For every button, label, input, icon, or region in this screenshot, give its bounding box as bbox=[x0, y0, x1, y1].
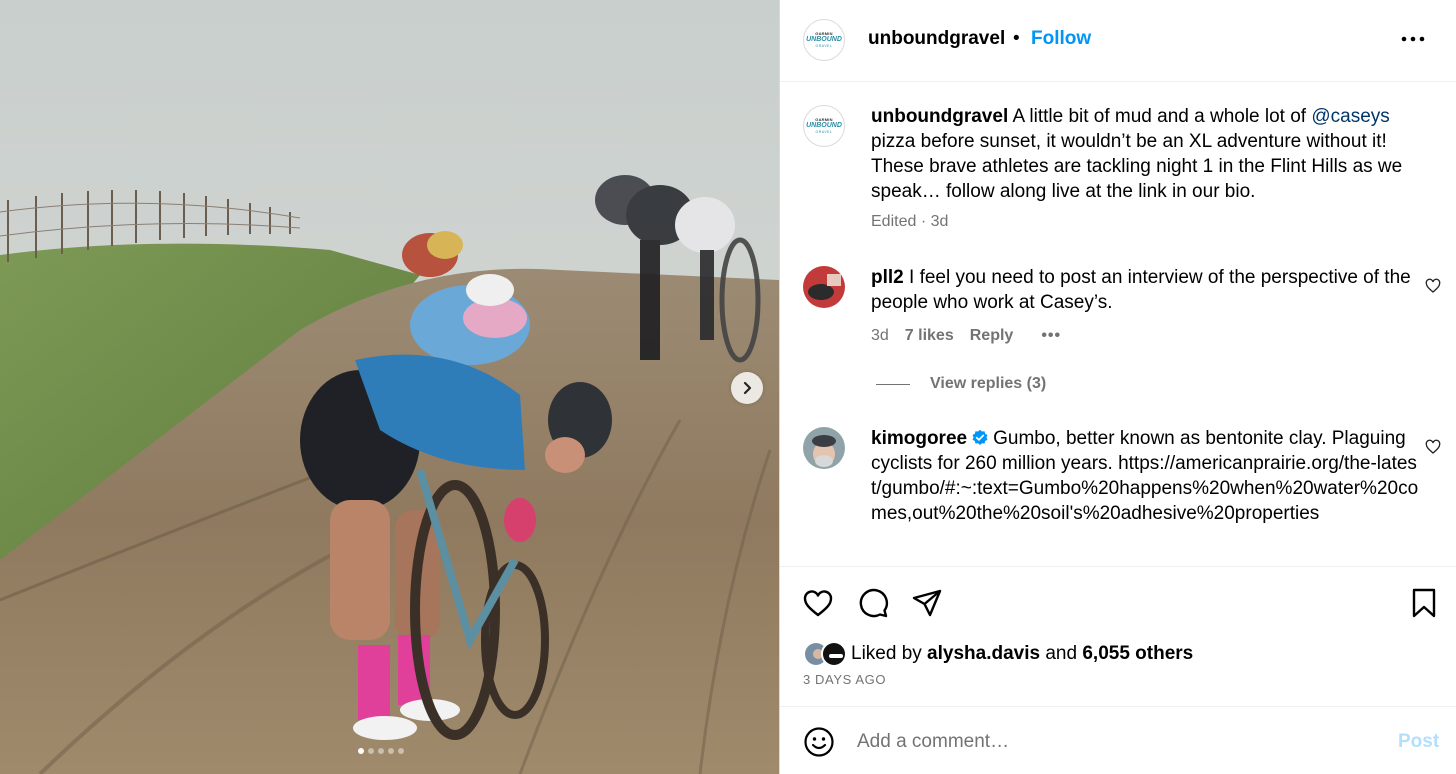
comment-more-button[interactable]: ••• bbox=[1041, 327, 1061, 345]
emoji-icon[interactable] bbox=[803, 726, 835, 758]
chevron-right-icon bbox=[743, 381, 752, 395]
caption-text: unboundgravel A little bit of mud and a … bbox=[871, 104, 1419, 204]
header-separator: • bbox=[1013, 28, 1020, 49]
share-send-icon[interactable] bbox=[911, 587, 943, 619]
post-photo[interactable] bbox=[0, 0, 779, 774]
author-avatar[interactable]: GARMIN UNBOUND GRAVEL bbox=[803, 105, 845, 147]
comment-bubble-icon[interactable] bbox=[857, 587, 889, 619]
comment-body: I feel you need to post an interview of … bbox=[871, 267, 1411, 313]
comment-like-icon[interactable] bbox=[1425, 439, 1441, 455]
avatar-logo-text: GRAVEL bbox=[815, 44, 833, 48]
caption-mention[interactable]: @caseys bbox=[1311, 106, 1389, 127]
post-header: GARMIN UNBOUND GRAVEL unboundgravel • Fo… bbox=[780, 0, 1456, 82]
avatar-logo-text: GRAVEL bbox=[815, 130, 833, 134]
caption-text-end: pizza before sunset, it wouldn’t be an X… bbox=[871, 131, 1403, 202]
post-time-ago[interactable]: 3 DAYS AGO bbox=[803, 672, 886, 687]
comment-text: pll2 I feel you need to post an intervie… bbox=[871, 265, 1419, 315]
caption-text-start: A little bit of mud and a whole lot of bbox=[1012, 106, 1312, 127]
verified-badge-icon bbox=[972, 429, 988, 446]
likes-others-count[interactable]: 6,055 others bbox=[1082, 643, 1193, 664]
view-replies-line bbox=[876, 383, 910, 385]
caption-meta: Edited · 3d bbox=[871, 213, 948, 231]
comment-input[interactable] bbox=[857, 729, 1377, 755]
liker-username[interactable]: alysha.davis bbox=[927, 643, 1040, 664]
gravel-riders-image bbox=[0, 0, 779, 774]
add-comment-bar: Post bbox=[780, 706, 1456, 774]
carousel-dot bbox=[358, 748, 364, 754]
carousel-dot bbox=[398, 748, 404, 754]
liker-avatar bbox=[821, 641, 847, 667]
avatar-logo-text: UNBOUND bbox=[806, 122, 842, 129]
comments-list[interactable]: GARMIN UNBOUND GRAVEL unboundgravel A li… bbox=[780, 83, 1456, 566]
caption-username[interactable]: unboundgravel bbox=[871, 106, 1008, 127]
comment-text: kimogoree Gumbo, better known as bentoni… bbox=[871, 426, 1419, 526]
like-heart-icon[interactable] bbox=[802, 587, 834, 619]
avatar-image bbox=[803, 427, 845, 469]
carousel-next-button[interactable] bbox=[731, 372, 763, 404]
likes-middle: and bbox=[1040, 643, 1083, 664]
commenter-avatar[interactable] bbox=[803, 266, 845, 308]
author-avatar[interactable]: GARMIN UNBOUND GRAVEL bbox=[803, 19, 845, 61]
comment-username[interactable]: kimogoree bbox=[871, 428, 967, 449]
comment-likes-count[interactable]: 7 likes bbox=[905, 327, 954, 345]
post-actions: Liked by alysha.davis and 6,055 others 3… bbox=[780, 566, 1456, 706]
caption-edited-time: Edited · 3d bbox=[871, 213, 949, 230]
carousel-dot bbox=[388, 748, 394, 754]
follow-button[interactable]: Follow bbox=[1031, 28, 1091, 50]
likes-text: Liked by alysha.davis and 6,055 others bbox=[851, 643, 1193, 665]
view-replies-label: View replies (3) bbox=[930, 375, 1047, 392]
more-options-icon[interactable] bbox=[1398, 26, 1428, 52]
avatar-image bbox=[803, 266, 845, 308]
comment-like-icon[interactable] bbox=[1425, 278, 1441, 294]
commenter-avatar[interactable] bbox=[803, 427, 845, 469]
author-username[interactable]: unboundgravel bbox=[868, 28, 1005, 50]
post-comment-button[interactable]: Post bbox=[1398, 731, 1439, 753]
carousel-dot bbox=[378, 748, 384, 754]
view-replies-button[interactable]: View replies (3) bbox=[876, 375, 1046, 393]
comment-time: 3d bbox=[871, 327, 889, 344]
comment-username[interactable]: pll2 bbox=[871, 267, 904, 288]
post-side-panel: GARMIN UNBOUND GRAVEL unboundgravel • Fo… bbox=[779, 0, 1456, 774]
save-bookmark-icon[interactable] bbox=[1408, 587, 1440, 619]
likes-prefix: Liked by bbox=[851, 643, 928, 664]
likes-summary[interactable]: Liked by alysha.davis and 6,055 others bbox=[803, 641, 1193, 667]
carousel-indicator bbox=[358, 748, 404, 754]
avatar-logo-text: UNBOUND bbox=[806, 36, 842, 43]
carousel-dot bbox=[368, 748, 374, 754]
reply-button[interactable]: Reply bbox=[970, 327, 1014, 345]
comment-meta: 3d 7 likes Reply ••• bbox=[871, 327, 1061, 345]
